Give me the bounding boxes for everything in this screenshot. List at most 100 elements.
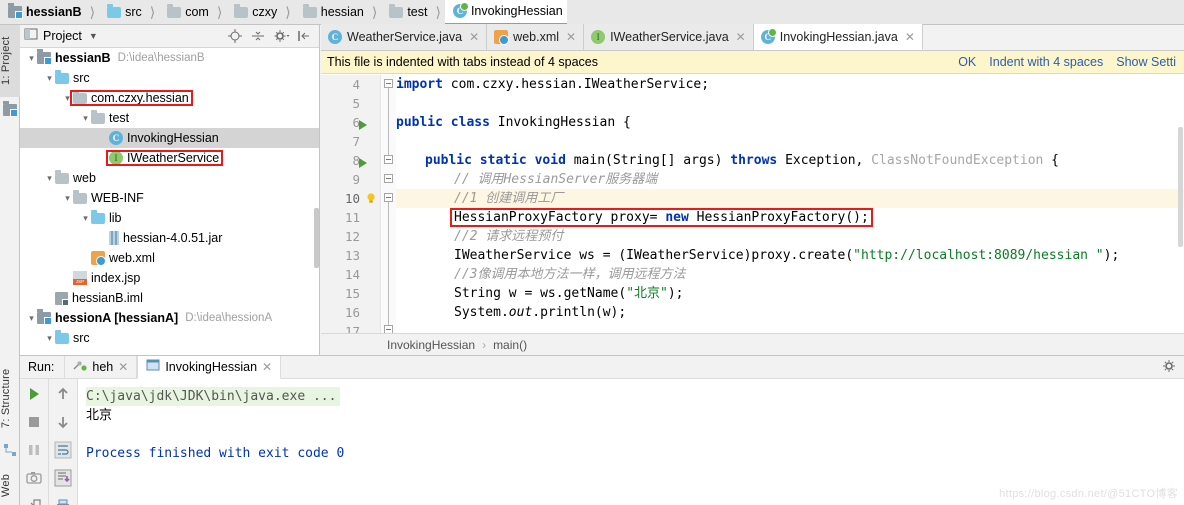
tree-node-web-inf[interactable]: ▾ WEB-INF [20,188,319,208]
stop-icon[interactable] [25,413,43,431]
breadcrumb-method[interactable]: main() [493,338,527,352]
print-icon[interactable] [54,497,72,505]
run-tab-label: heh [92,360,114,374]
tree-node-index-jsp[interactable]: index.jsp [20,268,319,288]
tree-node-label: index.jsp [91,271,141,285]
chevron-down-icon[interactable]: ▾ [44,173,55,184]
breadcrumb-separator-icon: ⟩ [285,3,291,20]
code-content[interactable]: import com.czxy.hessian.IWeatherService;… [396,75,1184,333]
breadcrumb-item-src[interactable]: src ⟩ [99,0,159,25]
sidebar-item-web[interactable]: Web [0,465,20,505]
project-tool-window: Project ▼ ▾ hessianB D:\idea\hessianB ▾ … [20,25,320,355]
breadcrumb-item-hessianb[interactable]: hessianB ⟩ [0,0,99,25]
keyword-token: void [534,153,566,168]
breadcrumb-item-test[interactable]: test ⟩ [381,0,445,25]
code-line-16: System.out.println(w); [454,303,626,322]
notification-actions: OK Indent with 4 spaces Show Setti [958,55,1178,69]
sidebar-item-structure[interactable]: 7: Structure [0,357,20,439]
code-editor[interactable]: 4 5 6 7 8 9 10 11 12 13 14 15 16 17 impo… [321,75,1184,333]
close-icon[interactable]: ✕ [118,360,128,374]
project-tree-scrollbar[interactable] [314,208,319,268]
fold-marker-icon[interactable] [384,79,393,88]
structure-icon[interactable] [3,443,17,457]
folder-grey-icon [234,3,249,18]
editor-scrollbar[interactable] [1178,127,1183,247]
close-icon[interactable]: ✕ [566,30,576,44]
chevron-down-icon[interactable]: ▾ [44,73,55,84]
chevron-down-icon[interactable]: ▾ [80,113,91,124]
fold-marker-icon[interactable] [384,174,393,183]
code-folding-column[interactable] [381,75,396,333]
fold-marker-icon[interactable] [384,193,393,202]
breadcrumb-item-invokinghessian[interactable]: C InvokingHessian [444,0,567,25]
tree-node-hessiona[interactable]: ▾ hessionA [hessianA] D:\idea\hessionA [20,308,319,328]
tab-web-xml[interactable]: web.xml ✕ [487,24,585,50]
module-icon[interactable] [3,100,18,117]
tree-node-label: web [73,171,96,185]
folder-web-icon [55,169,69,184]
tree-node-lib[interactable]: ▾ lib [20,208,319,228]
locate-icon[interactable] [228,29,242,43]
notification-ok-link[interactable]: OK [958,55,976,69]
run-tab-heh[interactable]: heh ✕ [64,355,138,379]
chevron-down-icon[interactable]: ▼ [89,31,98,41]
close-icon[interactable]: ✕ [905,30,915,44]
tree-node-web-xml[interactable]: web.xml [20,248,319,268]
tree-node-hessian-jar[interactable]: hessian-4.0.51.jar [20,228,319,248]
run-label: Run: [28,360,55,374]
breadcrumb-label: src [125,5,142,19]
scroll-to-end-icon[interactable] [54,469,72,487]
fold-marker-icon[interactable] [384,155,393,164]
chevron-down-icon[interactable]: ▾ [80,213,91,224]
code-token: HessianProxyFactory proxy= [454,210,666,225]
up-arrow-icon[interactable] [54,385,72,403]
tree-node-test[interactable]: ▾ test [20,108,319,128]
notification-indent-link[interactable]: Indent with 4 spaces [989,55,1103,69]
tab-invokinghessian-java[interactable]: C InvokingHessian.java ✕ [753,24,923,50]
intention-bulb-icon[interactable] [365,191,377,203]
tab-iweatherservice-java[interactable]: I IWeatherService.java ✕ [584,24,754,50]
down-arrow-icon[interactable] [54,413,72,431]
settings-gear-icon[interactable] [274,29,290,43]
run-toolbar-column-1 [20,379,48,505]
project-tree[interactable]: ▾ hessianB D:\idea\hessianB ▾ src ▾ com.… [20,48,319,355]
annotation-box-interface: I IWeatherService [105,150,224,166]
tree-node-com-czxy-hessian[interactable]: ▾ com.czxy.hessian [20,88,319,108]
breadcrumb-class[interactable]: InvokingHessian [387,338,475,352]
run-gutter-icon[interactable] [359,158,367,168]
camera-icon[interactable] [25,469,43,487]
chevron-down-icon[interactable]: ▾ [26,313,37,324]
tree-node-invokinghessian[interactable]: C InvokingHessian [20,128,319,148]
notification-settings-link[interactable]: Show Setti [1116,55,1176,69]
close-icon[interactable]: ✕ [262,360,272,374]
close-icon[interactable]: ✕ [736,30,746,44]
run-icon[interactable] [25,385,43,403]
breadcrumb-item-czxy[interactable]: czxy ⟩ [226,0,294,25]
editor-gutter[interactable]: 4 5 6 7 8 9 10 11 12 13 14 15 16 17 [321,75,381,333]
hide-panel-icon[interactable] [297,29,311,43]
close-icon[interactable]: ✕ [469,30,479,44]
run-gutter-icon[interactable] [359,120,367,130]
sidebar-item-project[interactable]: 1: Project [0,25,20,97]
chevron-down-icon[interactable]: ▾ [44,333,55,344]
fold-marker-icon[interactable] [384,325,393,333]
collapse-all-icon[interactable] [251,29,265,43]
run-tool-window: Run: heh ✕ InvokingHessian ✕ C:\java\jdk… [20,355,1184,505]
soft-wrap-icon[interactable] [54,441,72,459]
tab-weatherservice-java[interactable]: C WeatherService.java ✕ [321,24,488,50]
tree-node-src-a[interactable]: ▾ src [20,328,319,348]
tree-node-iweatherservice[interactable]: I IWeatherService [20,148,319,168]
breadcrumb-item-hessian[interactable]: hessian ⟩ [295,0,382,25]
tree-node-hessianb[interactable]: ▾ hessianB D:\idea\hessianB [20,48,319,68]
chevron-down-icon[interactable]: ▾ [62,93,73,104]
run-tab-invokinghessian[interactable]: InvokingHessian ✕ [137,355,282,379]
tree-node-hessianb-iml[interactable]: hessianB.iml [20,288,319,308]
gear-icon[interactable] [1162,359,1184,376]
tree-node-src[interactable]: ▾ src [20,68,319,88]
chevron-down-icon[interactable]: ▾ [26,53,37,64]
pause-icon[interactable] [25,441,43,459]
exit-icon[interactable] [25,497,43,505]
breadcrumb-item-com[interactable]: com ⟩ [159,0,226,25]
tree-node-web[interactable]: ▾ web [20,168,319,188]
chevron-down-icon[interactable]: ▾ [62,193,73,204]
